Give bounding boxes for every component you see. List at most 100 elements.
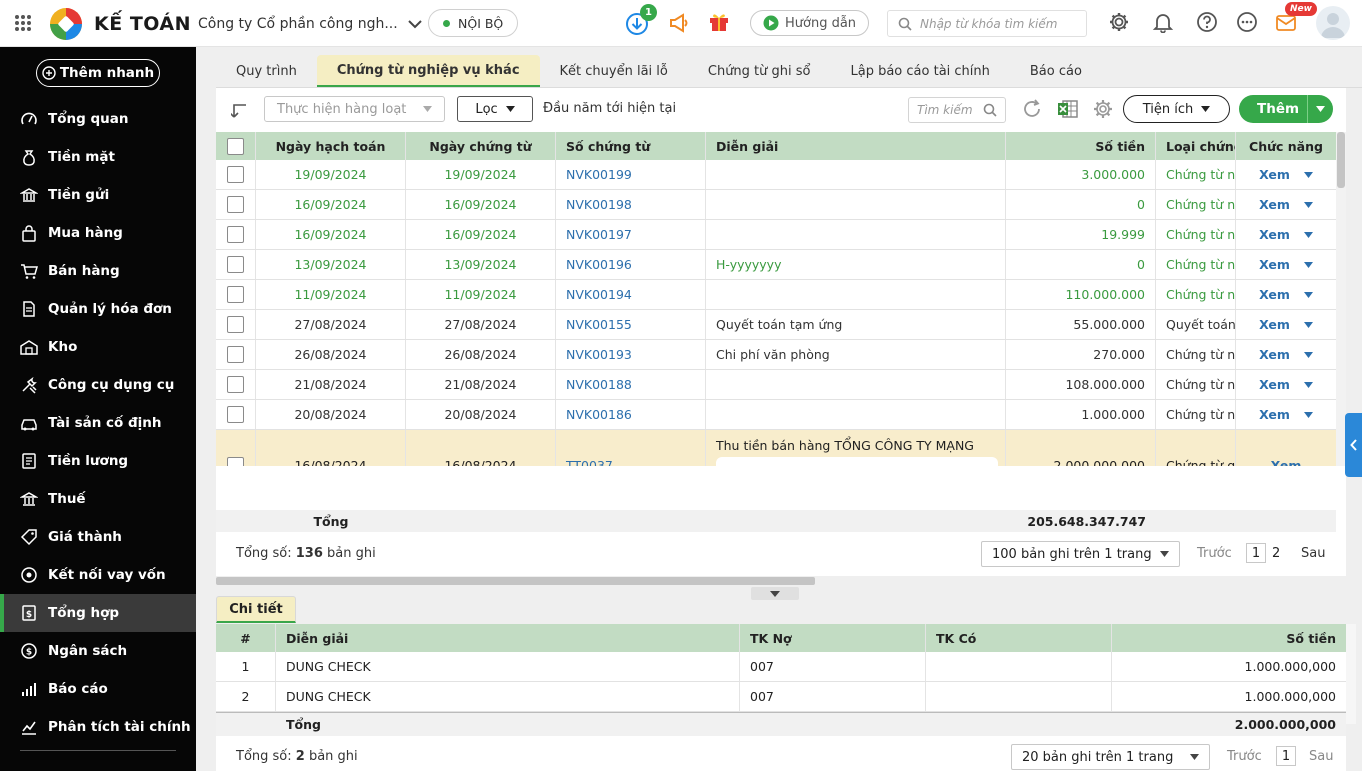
row-checkbox[interactable] bbox=[227, 346, 244, 363]
list-settings-gear-icon[interactable] bbox=[1092, 98, 1114, 120]
table-row-selected[interactable]: 16/08/2024 16/08/2024 TT0037 Thu tiền bá… bbox=[216, 430, 1336, 466]
period-label[interactable]: Đầu năm tới hiện tại bbox=[543, 101, 676, 116]
sidebar-item-11[interactable]: Thuế bbox=[0, 480, 196, 518]
user-avatar[interactable] bbox=[1316, 6, 1350, 40]
prev-page-button[interactable]: Trước bbox=[1197, 546, 1232, 561]
tab-1[interactable]: Quy trình bbox=[216, 55, 317, 87]
batch-action-dropdown[interactable]: Thực hiện hàng loạt bbox=[264, 96, 445, 122]
app-launcher-icon[interactable] bbox=[14, 14, 32, 32]
sidebar-item-12[interactable]: Giá thành bbox=[0, 518, 196, 556]
page-size-select[interactable]: 100 bản ghi trên 1 trang bbox=[981, 541, 1180, 567]
settings-gear-icon[interactable] bbox=[1108, 11, 1130, 33]
tab-4[interactable]: Chứng từ ghi sổ bbox=[688, 55, 831, 87]
next-page-button[interactable]: Sau bbox=[1301, 546, 1325, 561]
collapse-arrow-icon[interactable] bbox=[231, 103, 249, 123]
tab-6[interactable]: Báo cáo bbox=[1010, 55, 1102, 87]
caret-down-icon[interactable] bbox=[1303, 351, 1313, 358]
bell-icon[interactable] bbox=[1152, 11, 1174, 33]
refresh-icon[interactable] bbox=[1021, 98, 1043, 120]
row-checkbox[interactable] bbox=[227, 316, 244, 333]
caret-down-icon[interactable] bbox=[1303, 381, 1313, 388]
tab-5[interactable]: Lập báo cáo tài chính bbox=[831, 55, 1010, 87]
table-row[interactable]: 13/09/2024 13/09/2024 NVK00196 H-yyyyyyy 0 Ch… bbox=[216, 250, 1336, 280]
sidebar-item-14[interactable]: $ Tổng hợp bbox=[0, 594, 196, 632]
add-button[interactable]: Thêm bbox=[1239, 95, 1333, 123]
global-search[interactable]: Nhập từ khóa tìm kiếm bbox=[887, 10, 1087, 37]
table-row[interactable]: 27/08/2024 27/08/2024 NVK00155 Quyết toán t… bbox=[216, 310, 1336, 340]
doc-no-link[interactable]: NVK00196 bbox=[556, 250, 706, 279]
sidebar-item-6[interactable]: Quản lý hóa đơn bbox=[0, 290, 196, 328]
list-search[interactable]: Tìm kiếm bbox=[908, 97, 1006, 123]
detail-col-amount[interactable]: Số tiền bbox=[1112, 624, 1346, 652]
doc-no-link[interactable]: NVK00194 bbox=[556, 280, 706, 309]
sidebar-item-7[interactable]: Kho bbox=[0, 328, 196, 366]
sidebar-item-17[interactable]: Phân tích tài chính bbox=[0, 708, 196, 746]
page-1-button[interactable]: 1 bbox=[1246, 543, 1266, 563]
excel-export-icon[interactable] bbox=[1057, 98, 1079, 120]
caret-down-icon[interactable] bbox=[1303, 321, 1313, 328]
row-checkbox[interactable] bbox=[227, 286, 244, 303]
more-options-icon[interactable] bbox=[1236, 11, 1258, 33]
view-link[interactable]: Xem bbox=[1259, 227, 1290, 242]
row-checkbox[interactable] bbox=[227, 196, 244, 213]
sidebar-item-2[interactable]: Tiền mặt bbox=[0, 138, 196, 176]
col-doc-date[interactable]: Ngày chứng từ bbox=[406, 132, 556, 160]
guide-button[interactable]: Hướng dẫn bbox=[750, 10, 870, 36]
sidebar-item-3[interactable]: Tiền gửi bbox=[0, 176, 196, 214]
table-row[interactable]: 16/09/2024 16/09/2024 NVK00198 0 Chứng từ nX… bbox=[216, 190, 1336, 220]
row-checkbox[interactable] bbox=[227, 226, 244, 243]
col-doc-type[interactable]: Loại chứng bbox=[1156, 132, 1236, 160]
doc-no-link[interactable]: NVK00198 bbox=[556, 190, 706, 219]
detail-next-page-button[interactable]: Sau bbox=[1309, 749, 1333, 764]
side-panel-toggle[interactable] bbox=[1345, 413, 1362, 477]
doc-no-link[interactable]: NVK00197 bbox=[556, 220, 706, 249]
col-description[interactable]: Diễn giải bbox=[706, 132, 1006, 160]
view-link[interactable]: Xem bbox=[1259, 197, 1290, 212]
view-link[interactable]: Xem bbox=[1271, 458, 1302, 466]
sidebar-item-15[interactable]: $ Ngân sách bbox=[0, 632, 196, 670]
quick-add-button[interactable]: Thêm nhanh bbox=[36, 59, 160, 87]
view-link[interactable]: Xem bbox=[1259, 257, 1290, 272]
sidebar-item-1[interactable]: Tổng quan bbox=[0, 100, 196, 138]
global-search-input[interactable]: Nhập từ khóa tìm kiếm bbox=[920, 17, 1057, 31]
detail-row[interactable]: 2 DUNG CHECK 007 1.000.000,000 bbox=[216, 682, 1346, 712]
detail-row[interactable]: 1 DUNG CHECK 007 1.000.000,000 bbox=[216, 652, 1346, 682]
table-row[interactable]: 11/09/2024 11/09/2024 NVK00194 110.000.000 C… bbox=[216, 280, 1336, 310]
tab-2[interactable]: Chứng từ nghiệp vụ khác bbox=[316, 55, 540, 87]
detail-col-debit[interactable]: TK Nợ bbox=[740, 624, 926, 652]
help-icon[interactable] bbox=[1196, 11, 1218, 33]
horizontal-scrollbar-thumb[interactable] bbox=[216, 577, 815, 585]
row-checkbox[interactable] bbox=[227, 457, 244, 466]
view-link[interactable]: Xem bbox=[1259, 317, 1290, 332]
caret-down-icon[interactable] bbox=[1303, 291, 1313, 298]
view-link[interactable]: Xem bbox=[1259, 407, 1290, 422]
view-link[interactable]: Xem bbox=[1259, 377, 1290, 392]
sidebar-item-10[interactable]: Tiền lương bbox=[0, 442, 196, 480]
caret-down-icon[interactable] bbox=[1303, 261, 1313, 268]
caret-down-icon[interactable] bbox=[1308, 106, 1325, 112]
doc-no-link[interactable]: NVK00155 bbox=[556, 310, 706, 339]
detail-page-1-button[interactable]: 1 bbox=[1276, 746, 1296, 766]
col-amount[interactable]: Số tiền bbox=[1006, 132, 1156, 160]
doc-no-link[interactable]: NVK00186 bbox=[556, 400, 706, 429]
col-posting-date[interactable]: Ngày hạch toán bbox=[256, 132, 406, 160]
splitter-toggle[interactable] bbox=[751, 587, 799, 600]
table-row[interactable]: 19/09/2024 19/09/2024 NVK00199 3.000.000 Chứ… bbox=[216, 160, 1336, 190]
select-all-checkbox[interactable] bbox=[227, 137, 244, 155]
sidebar-item-8[interactable]: Công cụ dụng cụ bbox=[0, 366, 196, 404]
doc-no-link[interactable]: NVK00193 bbox=[556, 340, 706, 369]
table-row[interactable]: 16/09/2024 16/09/2024 NVK00197 19.999 Chứng … bbox=[216, 220, 1336, 250]
table-row[interactable]: 20/08/2024 20/08/2024 NVK00186 1.000.000 Chứ… bbox=[216, 400, 1336, 430]
company-selector[interactable]: Công ty Cổ phần công ngh... bbox=[198, 13, 422, 35]
caret-down-icon[interactable] bbox=[1303, 171, 1313, 178]
sidebar-item-9[interactable]: Tài sản cố định bbox=[0, 404, 196, 442]
sidebar-item-5[interactable]: Bán hàng bbox=[0, 252, 196, 290]
view-link[interactable]: Xem bbox=[1259, 167, 1290, 182]
doc-no-link[interactable]: TT0037 bbox=[556, 430, 706, 466]
view-link[interactable]: Xem bbox=[1259, 347, 1290, 362]
caret-down-icon[interactable] bbox=[1303, 201, 1313, 208]
detail-tab[interactable]: Chi tiết bbox=[216, 596, 296, 623]
filter-button[interactable]: Lọc bbox=[457, 96, 533, 122]
sidebar-item-4[interactable]: Mua hàng bbox=[0, 214, 196, 252]
doc-no-link[interactable]: NVK00199 bbox=[556, 160, 706, 189]
